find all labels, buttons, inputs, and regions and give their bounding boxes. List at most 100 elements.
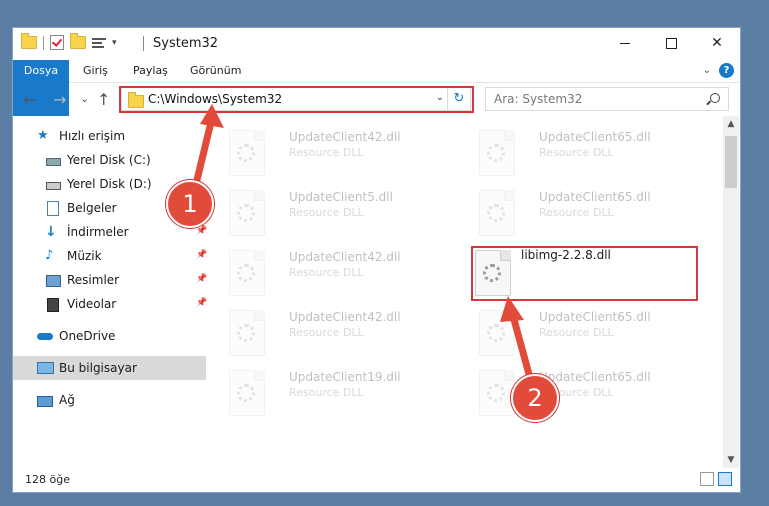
properties-check-icon[interactable] xyxy=(50,35,64,50)
maximize-icon xyxy=(665,37,677,49)
search-icon[interactable] xyxy=(710,93,720,103)
vertical-scrollbar[interactable]: ▲ ▼ xyxy=(723,116,739,468)
maximize-button[interactable] xyxy=(648,28,694,58)
sidebar-item-label: Ağ xyxy=(59,393,75,407)
file-item[interactable]: UpdateClient65.dll Resource DLL xyxy=(469,304,699,360)
item-count: 128 öğe xyxy=(25,473,70,486)
pin-icon[interactable]: 📌 xyxy=(196,274,207,284)
file-type: Resource DLL xyxy=(289,266,364,279)
network-icon xyxy=(37,393,53,407)
sidebar-item-disk-c[interactable]: Yerel Disk (C:) xyxy=(13,148,206,172)
download-icon: ↓ xyxy=(45,224,57,240)
file-item[interactable]: UpdateClient65.dll Resource DLL xyxy=(469,124,699,180)
help-icon[interactable]: ? xyxy=(719,63,734,78)
file-type: Resource DLL xyxy=(289,326,364,339)
tab-view[interactable]: Görünüm xyxy=(190,60,241,82)
up-button[interactable]: ↑ xyxy=(97,90,110,109)
file-name: UpdateClient65.dll xyxy=(539,310,651,324)
view-toggle xyxy=(700,472,732,486)
address-highlight-box xyxy=(119,86,474,113)
customize-icon[interactable] xyxy=(92,37,106,49)
window-title: System32 xyxy=(153,36,219,51)
navigation-bar: ← → ⌄ ↑ C:\Windows\System32 ⌄ ↻ Ara: Sys… xyxy=(13,86,740,114)
file-item[interactable]: UpdateClient65.dll Resource DLL xyxy=(469,364,699,420)
divider xyxy=(43,35,44,50)
file-type: Resource DLL xyxy=(289,206,364,219)
details-view-icon[interactable] xyxy=(700,472,714,486)
qat-dropdown-icon[interactable]: ▾ xyxy=(112,38,117,48)
drive-icon xyxy=(45,177,61,191)
sidebar-item-label: Yerel Disk (D:) xyxy=(67,177,152,191)
file-name: UpdateClient19.dll xyxy=(289,370,401,384)
sidebar-item-music[interactable]: ♪ Müzik 📌 xyxy=(13,244,207,268)
minimize-button[interactable] xyxy=(602,28,648,58)
sidebar-item-network[interactable]: Ağ xyxy=(13,388,206,412)
file-name: UpdateClient65.dll xyxy=(539,370,651,384)
file-name: UpdateClient65.dll xyxy=(539,130,651,144)
pin-icon[interactable]: 📌 xyxy=(196,298,207,308)
title-bar: ▾ System32 ✕ xyxy=(13,28,740,60)
file-item[interactable]: UpdateClient5.dll Resource DLL xyxy=(219,184,449,240)
close-icon: ✕ xyxy=(711,35,723,51)
computer-icon xyxy=(37,361,54,375)
sidebar-item-label: OneDrive xyxy=(59,329,116,343)
file-type: Resource DLL xyxy=(539,326,614,339)
file-type: Resource DLL xyxy=(289,146,364,159)
document-icon xyxy=(45,201,61,216)
file-type: Resource DLL xyxy=(539,146,614,159)
step-2-badge: 2 xyxy=(511,374,559,422)
cloud-icon xyxy=(37,329,53,343)
star-icon: ★ xyxy=(37,128,49,143)
sidebar-item-label: Yerel Disk (C:) xyxy=(67,153,151,167)
pin-icon[interactable]: 📌 xyxy=(196,250,207,260)
tiles-view-icon[interactable] xyxy=(718,472,732,486)
quick-access-toolbar: ▾ xyxy=(21,33,117,50)
gear-icon xyxy=(237,264,255,282)
sidebar-item-label: Belgeler xyxy=(67,201,117,215)
tab-share[interactable]: Paylaş xyxy=(133,60,168,82)
file-item[interactable]: UpdateClient42.dll Resource DLL xyxy=(219,304,449,360)
sidebar-item-onedrive[interactable]: OneDrive xyxy=(13,324,206,348)
sidebar-item-pictures[interactable]: Resimler 📌 xyxy=(13,268,207,292)
file-item[interactable]: UpdateClient42.dll Resource DLL xyxy=(219,244,449,300)
recent-locations-button[interactable]: ⌄ xyxy=(80,92,89,105)
file-name: UpdateClient65.dll xyxy=(539,190,651,204)
sidebar-item-this-pc[interactable]: Bu bilgisayar xyxy=(13,356,206,380)
gear-icon xyxy=(237,384,255,402)
tab-home[interactable]: Giriş xyxy=(83,60,108,82)
pin-icon[interactable]: 📌 xyxy=(196,226,207,236)
gear-icon xyxy=(487,384,505,402)
file-item[interactable]: UpdateClient42.dll Resource DLL xyxy=(219,124,449,180)
file-type: Resource DLL xyxy=(539,206,614,219)
scroll-up-icon[interactable]: ▲ xyxy=(723,116,739,132)
sidebar-item-label: Hızlı erişim xyxy=(59,129,126,143)
ribbon-tabs: Dosya Giriş Paylaş Görünüm ⌄ ? xyxy=(13,60,740,116)
sidebar-item-label: Resimler xyxy=(67,273,120,287)
back-button[interactable]: ← xyxy=(23,90,36,109)
gear-icon xyxy=(487,204,505,222)
file-type: Resource DLL xyxy=(289,386,364,399)
gear-icon xyxy=(487,324,505,342)
new-folder-icon[interactable] xyxy=(70,33,86,49)
scroll-down-icon[interactable]: ▼ xyxy=(723,452,739,468)
ribbon-right-controls: ⌄ ? xyxy=(703,63,734,78)
file-name: UpdateClient42.dll xyxy=(289,130,401,144)
file-name: UpdateClient42.dll xyxy=(289,250,401,264)
sidebar-item-label: İndirmeler xyxy=(67,225,129,239)
sidebar-item-videos[interactable]: Videolar 📌 xyxy=(13,292,207,316)
file-name: UpdateClient42.dll xyxy=(289,310,401,324)
search-input[interactable]: Ara: System32 xyxy=(485,87,729,111)
step-1-badge: 1 xyxy=(166,180,214,228)
file-item[interactable]: UpdateClient65.dll Resource DLL xyxy=(469,184,699,240)
expand-ribbon-icon[interactable]: ⌄ xyxy=(703,65,711,76)
file-item[interactable]: UpdateClient19.dll Resource DLL xyxy=(219,364,449,420)
close-button[interactable]: ✕ xyxy=(694,28,740,58)
file-highlight-box xyxy=(471,246,698,301)
gear-icon xyxy=(487,144,505,162)
scroll-thumb[interactable] xyxy=(725,136,737,188)
gear-icon xyxy=(237,144,255,162)
forward-button[interactable]: → xyxy=(53,90,66,109)
sidebar-item-quick-access[interactable]: ★ Hızlı erişim xyxy=(13,124,206,148)
sidebar-item-label: Müzik xyxy=(67,249,102,263)
status-bar: 128 öğe xyxy=(13,470,740,492)
